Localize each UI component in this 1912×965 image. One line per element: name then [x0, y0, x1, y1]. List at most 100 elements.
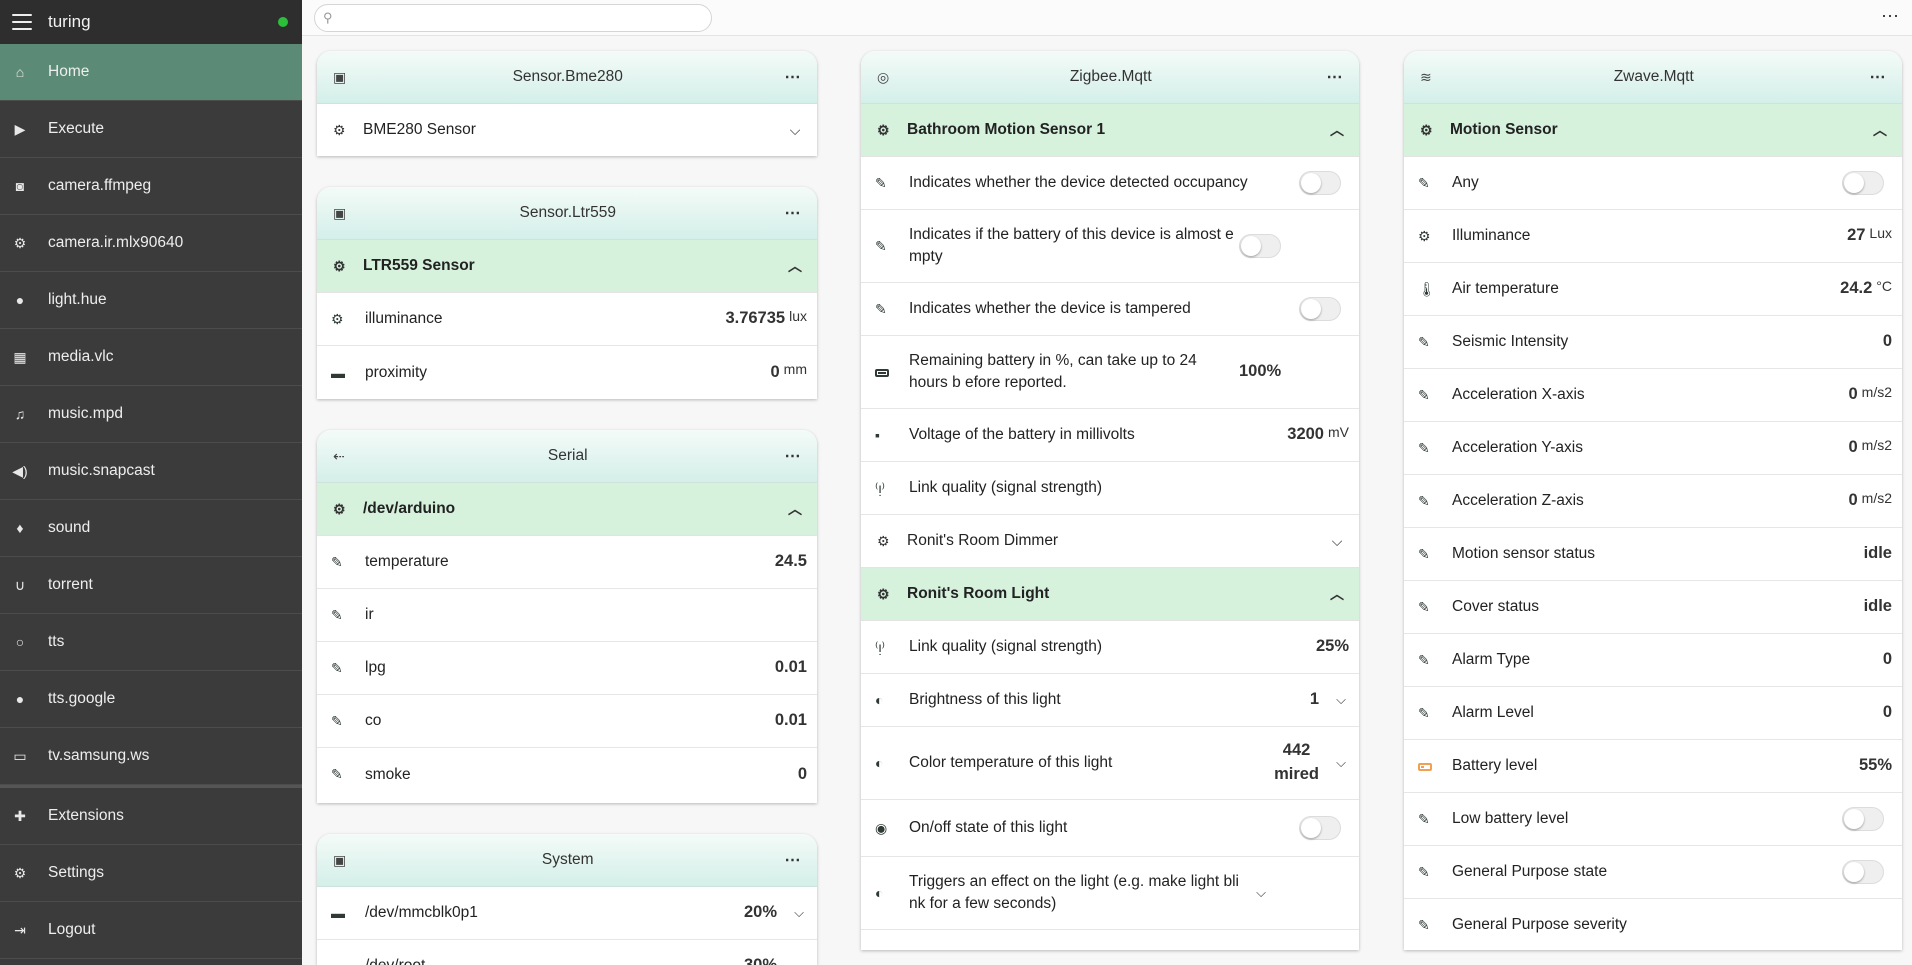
panel-title: Sensor.Bme280: [512, 68, 623, 85]
property-row[interactable]: ◐ Color temperature of this light 442 mired…: [861, 727, 1359, 800]
sidebar-item-label: camera.ffmpeg: [48, 177, 152, 194]
chip-icon: ▣: [333, 851, 347, 868]
pencil-icon: ✎: [875, 237, 887, 254]
tamper-toggle[interactable]: [1299, 297, 1341, 321]
property-row[interactable]: ◐ Brightness of this light 1 ⌵: [861, 674, 1359, 727]
battery-low-toggle[interactable]: [1239, 234, 1281, 258]
more-icon[interactable]: ⋯: [785, 446, 802, 466]
panel-sensor-ltr559: ▣ Sensor.Ltr559 ⋯ ⚙ LTR559 Sensor ︿ ⚙ illumin…: [317, 187, 817, 399]
low-battery-toggle[interactable]: [1842, 807, 1884, 831]
magnet-icon: ∪: [14, 576, 26, 593]
chevron-up-icon[interactable]: ︿: [1329, 120, 1345, 140]
chevron-up-icon[interactable]: ︿: [787, 499, 803, 519]
chat-bubble-icon: ●: [15, 691, 25, 707]
property-row: ✎ Indicates if the battery of this device…: [861, 210, 1359, 283]
device-ltr559[interactable]: ⚙ LTR559 Sensor ︿: [317, 240, 817, 293]
panel-title: System: [541, 851, 594, 868]
gear-icon: ⚙: [13, 234, 27, 251]
sidebar-item-light-hue[interactable]: ● light.hue: [0, 272, 302, 329]
settings-icon: ⚙: [13, 864, 27, 881]
sidebar-item-label: music.mpd: [48, 405, 123, 422]
pencil-icon: ✎: [1418, 916, 1430, 933]
chat-icon: ○: [15, 634, 25, 650]
light-state-toggle[interactable]: [1299, 816, 1341, 840]
logout-icon: ⇥: [14, 921, 26, 938]
sidebar-item-label: Extensions: [48, 807, 124, 824]
gear-icon: ⚙: [331, 310, 344, 327]
sidebar-item-tts[interactable]: ○ tts: [0, 614, 302, 671]
search-box[interactable]: ⚲: [314, 4, 712, 32]
more-icon[interactable]: ⋯: [1870, 67, 1887, 87]
sidebar-item-sound[interactable]: ♦ sound: [0, 500, 302, 557]
pencil-icon: ✎: [331, 659, 343, 676]
search-input[interactable]: [338, 10, 711, 26]
property-row: ✎ Indicates whether the device is tampere…: [861, 283, 1359, 336]
sidebar-item-media-vlc[interactable]: ▦ media.vlc: [0, 329, 302, 386]
property-row: ✎ ir: [317, 589, 817, 642]
more-icon[interactable]: ⋯: [1327, 67, 1344, 87]
connection-status-dot: [278, 17, 288, 27]
pencil-icon: ✎: [1418, 651, 1430, 668]
chevron-down-icon[interactable]: ⌵: [1329, 533, 1345, 550]
microphone-icon: ♦: [16, 520, 24, 536]
pencil-icon: ✎: [1418, 810, 1430, 827]
device-arduino[interactable]: ⚙ /dev/arduino ︿: [317, 483, 817, 536]
gear-icon: ⚙: [333, 257, 346, 274]
sidebar-item-music-snapcast[interactable]: ◀) music.snapcast: [0, 443, 302, 500]
sidebar: turing ⌂ Home ▶ Execute ◙ camera.ffmpeg ⚙ ca…: [0, 0, 302, 965]
any-toggle[interactable]: [1842, 171, 1884, 195]
device-bathroom-motion-sensor[interactable]: ⚙ Bathroom Motion Sensor 1 ︿: [861, 104, 1359, 157]
chevron-up-icon[interactable]: ︿: [787, 256, 803, 276]
more-icon[interactable]: ⋯: [785, 67, 802, 87]
panel-zwave-mqtt: ≋ Zwave.Mqtt ⋯ ⚙ Motion Sensor ︿ ✎ Any ⚙ Illum…: [1404, 51, 1902, 950]
device-bme280[interactable]: ⚙ BME280 Sensor ⌵: [317, 104, 817, 156]
property-row[interactable]: ◐ Triggers an effect on the light (e.g. m…: [861, 857, 1359, 930]
sidebar-item-label: camera.ir.mlx90640: [48, 234, 184, 251]
device-ronits-room-dimmer[interactable]: ⚙ Ronit's Room Dimmer ⌵: [861, 515, 1359, 568]
property-row: ⚙ Illuminance 27 Lux: [1404, 210, 1902, 263]
chevron-down-icon[interactable]: ⌵: [1253, 885, 1269, 901]
sidebar-item-execute[interactable]: ▶ Execute: [0, 101, 302, 158]
device-name: /dev/arduino: [363, 500, 456, 517]
more-icon[interactable]: ⋯: [785, 203, 802, 223]
disk-row[interactable]: ▬/dev/root30%⌵: [317, 940, 817, 965]
disk-row[interactable]: ▬/dev/mmcblk0p1 20% ⌵: [317, 887, 817, 940]
chevron-down-icon[interactable]: ⌵: [791, 905, 807, 921]
sidebar-item-torrent[interactable]: ∪ torrent: [0, 557, 302, 614]
chevron-down-icon[interactable]: ⌵: [787, 122, 803, 139]
sidebar-item-tv-samsung[interactable]: ▭ tv.samsung.ws: [0, 728, 302, 785]
more-icon[interactable]: ⋯: [785, 850, 802, 870]
occupancy-toggle[interactable]: [1299, 171, 1341, 195]
property-row: ✎ Acceleration X-axis 0 m/s2: [1404, 369, 1902, 422]
chevron-down-icon[interactable]: ⌵: [791, 958, 807, 965]
sidebar-item-logout[interactable]: ⇥ Logout: [0, 902, 302, 959]
property-row: Remaining battery in %, can take up to 2…: [861, 336, 1359, 409]
sidebar-header: turing: [0, 0, 302, 44]
sidebar-item-music-mpd[interactable]: ♫ music.mpd: [0, 386, 302, 443]
general-purpose-toggle[interactable]: [1842, 860, 1884, 884]
chevron-down-icon[interactable]: ⌵: [1333, 692, 1349, 708]
header-more-icon[interactable]: ⋯: [1881, 6, 1900, 27]
device-ronits-room-light[interactable]: ⚙ Ronit's Room Light ︿: [861, 568, 1359, 621]
film-icon: ▦: [13, 348, 27, 365]
pencil-icon: ✎: [1418, 545, 1430, 562]
property-row: ✎ co 0.01: [317, 695, 817, 748]
property-row: ✎ smoke 0: [331, 764, 807, 783]
pencil-icon: ✎: [875, 174, 887, 191]
sidebar-item-camera-ffmpeg[interactable]: ◙ camera.ffmpeg: [0, 158, 302, 215]
sidebar-item-tts-google[interactable]: ● tts.google: [0, 671, 302, 728]
sidebar-item-extensions[interactable]: ✚ Extensions: [0, 788, 302, 845]
device-motion-sensor[interactable]: ⚙ Motion Sensor ︿: [1404, 104, 1902, 157]
property-row: ▬ proximity 0 mm: [331, 361, 807, 381]
chevron-down-icon[interactable]: ⌵: [1333, 755, 1349, 771]
palette-icon: ◐: [875, 755, 884, 771]
pencil-icon: ✎: [331, 606, 343, 623]
sidebar-item-label: torrent: [48, 576, 93, 593]
sidebar-item-camera-ir[interactable]: ⚙ camera.ir.mlx90640: [0, 215, 302, 272]
hamburger-menu-icon[interactable]: [12, 14, 32, 30]
panel-serial: ⇠ Serial ⋯ ⚙ /dev/arduino ︿ ✎ temperature 24.5…: [317, 430, 817, 803]
sidebar-item-home[interactable]: ⌂ Home: [0, 44, 302, 101]
sidebar-item-settings[interactable]: ⚙ Settings: [0, 845, 302, 902]
chevron-up-icon[interactable]: ︿: [1872, 120, 1888, 140]
chevron-up-icon[interactable]: ︿: [1329, 584, 1345, 604]
